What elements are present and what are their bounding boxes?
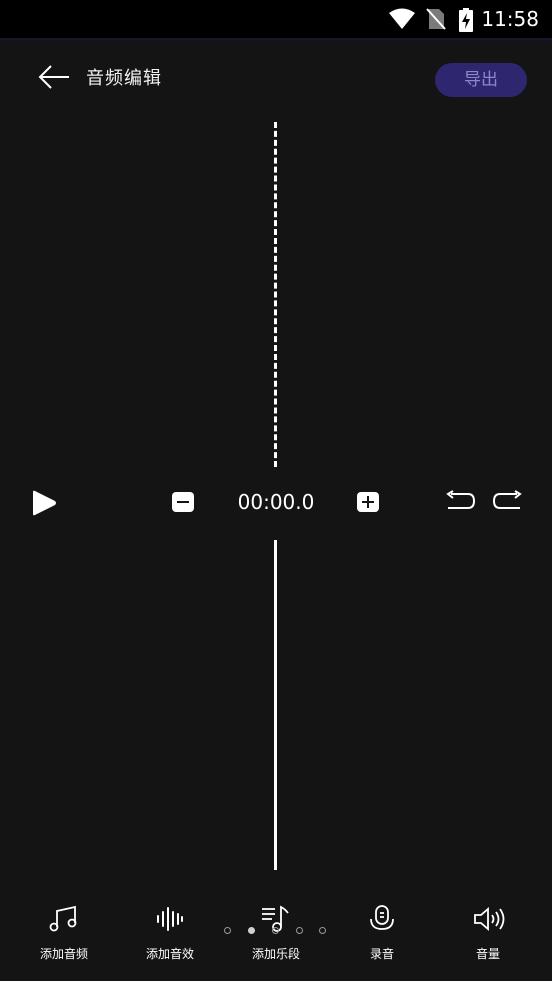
page-indicator bbox=[224, 927, 334, 937]
tool-label: 添加音效 bbox=[145, 947, 194, 961]
tool-add-effect[interactable]: 添加音效 bbox=[120, 900, 220, 961]
microphone-icon bbox=[370, 905, 394, 930]
page-dot[interactable] bbox=[224, 927, 231, 934]
undo-icon bbox=[446, 490, 476, 509]
export-button[interactable]: 导出 bbox=[435, 63, 527, 97]
plus-button[interactable] bbox=[357, 492, 379, 512]
tool-add-audio[interactable]: 添加音频 bbox=[14, 900, 114, 961]
minus-button[interactable] bbox=[172, 492, 194, 512]
page-dot-active[interactable] bbox=[248, 927, 255, 934]
page-dot[interactable] bbox=[272, 927, 279, 934]
upper-playhead-line bbox=[274, 122, 277, 467]
play-icon bbox=[33, 490, 56, 516]
tool-label: 录音 bbox=[369, 947, 394, 961]
page-title: 音频编辑 bbox=[86, 68, 162, 89]
page-dot[interactable] bbox=[319, 927, 326, 934]
time-display: 00:00.0 bbox=[237, 490, 315, 514]
tool-volume[interactable]: 音量 bbox=[438, 900, 538, 961]
battery-charging-icon bbox=[458, 8, 474, 36]
undo-button[interactable] bbox=[444, 490, 476, 514]
tool-label: 添加乐段 bbox=[251, 947, 300, 961]
volume-icon bbox=[474, 907, 505, 931]
play-button[interactable] bbox=[30, 489, 58, 517]
no-sim-icon bbox=[426, 8, 446, 34]
sound-wave-icon bbox=[157, 907, 183, 931]
header: 音频编辑 导出 bbox=[0, 40, 552, 114]
tool-label: 音量 bbox=[475, 947, 500, 961]
redo-button[interactable] bbox=[492, 490, 524, 514]
lower-playhead-line bbox=[274, 540, 277, 870]
back-button[interactable] bbox=[36, 62, 72, 92]
tool-label: 添加音频 bbox=[39, 947, 88, 961]
wifi-icon bbox=[388, 8, 416, 34]
music-note-icon bbox=[49, 905, 77, 932]
page-dot[interactable] bbox=[296, 927, 303, 934]
status-time: 11:58 bbox=[481, 7, 539, 31]
arrow-left-icon bbox=[38, 65, 69, 89]
status-bar: 11:58 bbox=[0, 0, 552, 38]
tool-record[interactable]: 录音 bbox=[332, 900, 432, 961]
redo-icon bbox=[492, 490, 522, 509]
